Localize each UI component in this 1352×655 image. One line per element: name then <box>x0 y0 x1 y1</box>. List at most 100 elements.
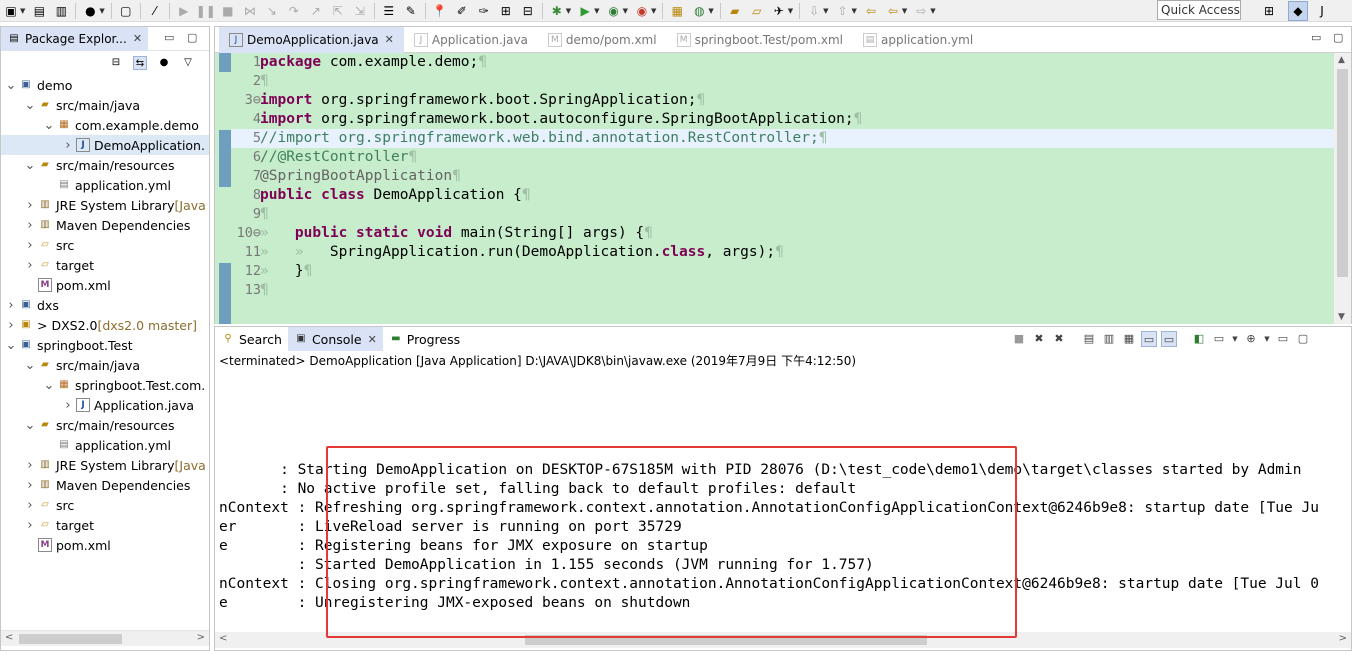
expanded-twisty-icon[interactable]: ⌄ <box>24 418 36 433</box>
minimize-icon[interactable]: ▭ <box>164 31 174 44</box>
editor-tab[interactable]: J DemoApplication.java ✕ <box>219 26 404 53</box>
collapsed-twisty-icon[interactable]: › <box>62 398 74 413</box>
disconnect-icon[interactable]: ⋈ <box>242 3 258 19</box>
display-console-icon[interactable]: ▭ <box>1211 331 1227 347</box>
chevron-down-icon[interactable]: ▼ <box>823 7 828 15</box>
link-with-editor-icon[interactable]: ⇆ <box>133 56 147 70</box>
tree-item[interactable]: ⌄ ▰ src/main/java <box>1 95 209 115</box>
collapsed-twisty-icon[interactable]: › <box>24 458 36 473</box>
last-edit-icon[interactable]: ⇦ <box>863 3 879 19</box>
step-over-icon[interactable]: ↷ <box>286 3 302 19</box>
tree-item[interactable]: › ▥ Maven Dependencies <box>1 215 209 235</box>
tree-item[interactable]: ⌄ ▣ springboot.Test <box>1 335 209 355</box>
run-icon[interactable]: ▶ <box>577 3 593 19</box>
scroll-down-icon[interactable]: ▼ <box>1338 312 1345 322</box>
expanded-twisty-icon[interactable]: ⌄ <box>43 378 55 393</box>
console-tab[interactable]: ▣ Console ✕ <box>287 327 383 351</box>
show-stdout-icon[interactable]: ▭ <box>1141 331 1157 347</box>
user-icon[interactable]: ● <box>82 3 98 19</box>
editor-tab[interactable]: Mspringboot.Test/pom.xml <box>667 27 853 53</box>
terminate-icon[interactable]: ■ <box>220 3 236 19</box>
open-console-icon[interactable]: ⊕ <box>1243 331 1259 347</box>
tree-item[interactable]: ▤ application.yml <box>1 175 209 195</box>
open-task-icon[interactable]: ▱ <box>749 3 765 19</box>
scroll-left-icon[interactable]: < <box>5 632 13 643</box>
java-perspective-icon[interactable]: J <box>1312 1 1332 21</box>
toggle-block-icon[interactable]: ☰ <box>381 3 397 19</box>
save-icon[interactable]: ▤ <box>31 3 47 19</box>
tree-item[interactable]: › ▣ dxs <box>1 295 209 315</box>
scroll-right-icon[interactable]: > <box>1339 633 1347 644</box>
tree-item[interactable]: Mpom.xml <box>1 275 209 295</box>
collapsed-twisty-icon[interactable]: › <box>24 218 36 233</box>
console-horizontal-scrollbar[interactable]: < > <box>215 632 1351 648</box>
tree-item[interactable]: › ▥ Maven Dependencies <box>1 475 209 495</box>
collapsed-twisty-icon[interactable]: › <box>24 258 36 273</box>
tree-item[interactable]: › J DemoApplication. <box>1 135 209 155</box>
suspend-icon[interactable]: ❚❚ <box>196 3 216 19</box>
chevron-down-icon[interactable]: ▼ <box>1263 331 1271 347</box>
collapse-all-icon[interactable]: ⊟ <box>109 56 123 70</box>
back-icon[interactable]: ⇦ <box>885 3 901 19</box>
expanded-twisty-icon[interactable]: ⌄ <box>24 358 36 373</box>
terminate-icon[interactable]: ■ <box>1011 331 1027 347</box>
console-output[interactable]: : Starting DemoApplication on DESKTOP-67… <box>219 461 1319 613</box>
clear-console-icon[interactable]: ▤ <box>1081 331 1097 347</box>
remove-launch-icon[interactable]: ✖ <box>1031 331 1047 347</box>
chevron-down-icon[interactable]: ▼ <box>852 7 857 15</box>
editor-tab[interactable]: Mdemo/pom.xml <box>538 27 667 53</box>
scrollbar-thumb[interactable] <box>525 635 927 645</box>
skip-breakpoints-icon[interactable]: ⁄ <box>147 3 163 19</box>
previous-annotation-icon[interactable]: ⇧ <box>835 3 851 19</box>
expanded-twisty-icon[interactable]: ⌄ <box>24 98 36 113</box>
minimize-icon[interactable]: ▭ <box>1275 331 1291 347</box>
quick-access-field[interactable]: Quick Access <box>1157 0 1241 20</box>
collapsed-twisty-icon[interactable]: › <box>24 518 36 533</box>
tree-item[interactable]: ⌄ ▦ com.example.demo <box>1 115 209 135</box>
search-toolbar-icon[interactable]: ✈ <box>771 3 787 19</box>
collapsed-twisty-icon[interactable]: › <box>62 138 74 153</box>
drop-to-frame-icon[interactable]: ⇱ <box>330 3 346 19</box>
chevron-down-icon[interactable]: ▼ <box>788 7 793 15</box>
console-tab[interactable]: ▬ Progress <box>383 327 466 351</box>
expanded-twisty-icon[interactable]: ⌄ <box>5 338 17 353</box>
focus-on-active-task-icon[interactable]: ● <box>157 56 171 70</box>
chevron-down-icon[interactable]: ▼ <box>651 7 656 15</box>
tree-item[interactable]: › ▱ src <box>1 235 209 255</box>
expanded-twisty-icon[interactable]: ⌄ <box>24 158 36 173</box>
collapsed-twisty-icon[interactable]: › <box>5 318 17 333</box>
chevron-down-icon[interactable]: ▼ <box>566 7 571 15</box>
resume-icon[interactable]: ▶ <box>176 3 192 19</box>
chevron-down-icon[interactable]: ▼ <box>1231 331 1239 347</box>
collapsed-twisty-icon[interactable]: › <box>24 478 36 493</box>
scroll-lock-icon[interactable]: ▥ <box>1101 331 1117 347</box>
tree-item[interactable]: ⌄ ▰ src/main/java <box>1 355 209 375</box>
tree-item[interactable]: ⌄ ▦ springboot.Test.com. <box>1 375 209 395</box>
pin-icon[interactable]: 📍 <box>432 3 448 19</box>
collapsed-twisty-icon[interactable]: › <box>5 298 17 313</box>
scroll-left-icon[interactable]: < <box>219 633 227 644</box>
word-wrap-icon[interactable]: ▦ <box>1121 331 1137 347</box>
remove-all-terminated-icon[interactable]: ✖ <box>1051 331 1067 347</box>
view-menu-icon[interactable]: ▽ <box>181 56 195 70</box>
chevron-down-icon[interactable]: ▼ <box>930 7 935 15</box>
tree-item[interactable]: › ▱ src <box>1 495 209 515</box>
scroll-up-icon[interactable]: ▲ <box>1338 55 1345 65</box>
chevron-down-icon[interactable]: ▼ <box>902 7 907 15</box>
step-into-icon[interactable]: ↘ <box>264 3 280 19</box>
show-whitespace-icon[interactable]: ✎ <box>403 3 419 19</box>
expanded-twisty-icon[interactable]: ⌄ <box>5 78 17 93</box>
minimize-icon[interactable]: ▭ <box>1311 31 1321 44</box>
tree-item[interactable]: › ▥ JRE System Library [Java <box>1 455 209 475</box>
block-selection-icon[interactable]: ⊞ <box>498 3 514 19</box>
mark-occurrences-icon[interactable]: ✐ <box>454 3 470 19</box>
open-type-icon[interactable]: ▰ <box>727 3 743 19</box>
terminal-icon[interactable]: ▢ <box>118 3 134 19</box>
collapsed-twisty-icon[interactable]: › <box>24 198 36 213</box>
scroll-right-icon[interactable]: > <box>197 632 205 643</box>
chevron-down-icon[interactable]: ▼ <box>99 7 104 15</box>
tree-item[interactable]: › J Application.java <box>1 395 209 415</box>
tree-item[interactable]: › ▱ target <box>1 515 209 535</box>
external-tools-icon[interactable]: ◉ <box>634 3 650 19</box>
use-step-filters-icon[interactable]: ⇲ <box>352 3 368 19</box>
